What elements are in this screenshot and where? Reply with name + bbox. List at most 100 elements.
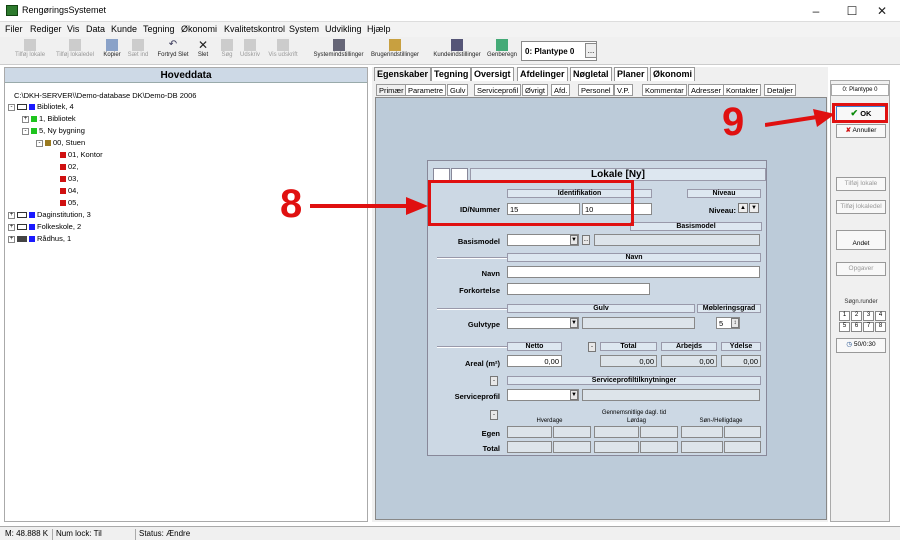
delete-button[interactable]: ✕ Slet <box>195 39 211 59</box>
collapse-icon[interactable]: - <box>8 103 15 111</box>
grid-cell[interactable]: 1 <box>839 311 850 321</box>
grid-cell[interactable]: 2 <box>851 311 862 321</box>
subtab-serviceprofil[interactable]: Serviceprofil <box>474 84 522 96</box>
subtab-primaer[interactable]: Primær <box>376 84 407 96</box>
menu-kvalitetskontrol[interactable]: Kvalitetskontrol <box>224 24 285 34</box>
recalculate-icon <box>496 39 508 51</box>
moeblering-spinner-icon[interactable]: ↕ <box>731 318 739 328</box>
gulvtype-select[interactable] <box>507 317 579 329</box>
menu-okonomi[interactable]: Økonomi <box>181 24 217 34</box>
expand-icon[interactable]: + <box>8 223 15 231</box>
subtab-personel[interactable]: Personel <box>578 84 614 96</box>
subtab-kommentar[interactable]: Kommentar <box>642 84 687 96</box>
tree-item-daginstitution[interactable]: + Daginstitution, 3 <box>8 210 91 219</box>
print-preview-button[interactable]: Vis udskrift <box>265 39 301 59</box>
tree-item-folkeskole[interactable]: + Folkeskole, 2 <box>8 222 81 231</box>
paste-button[interactable]: Sæt ind <box>125 39 151 59</box>
serviceprofil-select[interactable] <box>507 389 579 401</box>
grid-cell[interactable]: 4 <box>875 311 886 321</box>
grid-cell[interactable]: 3 <box>863 311 874 321</box>
copy-button[interactable]: Kopier <box>101 39 123 59</box>
sidebar-add-room-button[interactable]: Tilføj lokale <box>836 177 886 191</box>
add-roompart-button[interactable]: Tilføj lokaledel <box>52 39 98 59</box>
tree-item-04[interactable]: 04, <box>60 186 78 195</box>
serviceprofil-label: Serviceprofil <box>454 392 500 401</box>
tree-item-03[interactable]: 03, <box>60 174 78 183</box>
search-button[interactable]: Søg <box>218 39 236 59</box>
expand-icon[interactable]: + <box>8 235 15 243</box>
grid-cell[interactable]: 6 <box>851 322 862 332</box>
system-settings-button[interactable]: Systemindstillinger <box>311 39 366 59</box>
grid-cell[interactable]: 5 <box>839 322 850 332</box>
tab-afdelinger[interactable]: Afdelinger <box>517 67 568 81</box>
tab-egenskaber[interactable]: Egenskaber <box>374 67 432 81</box>
tree-item-1-bibliotek[interactable]: +1, Bibliotek <box>22 114 76 123</box>
menu-filer[interactable]: Filer <box>5 24 23 34</box>
tree-item-ny-bygning[interactable]: - 5, Ny bygning <box>22 126 85 135</box>
subtab-adresser[interactable]: Adresser <box>688 84 725 96</box>
customer-settings-button[interactable]: Kundeindstillinger <box>431 39 483 59</box>
minimize-button[interactable]: – <box>798 0 834 22</box>
subtab-oevrigt[interactable]: Øvrigt <box>522 84 549 96</box>
tree-item-stuen[interactable]: - 00, Stuen <box>36 138 85 147</box>
tab-okonomi[interactable]: Økonomi <box>650 67 696 81</box>
subtab-gulv[interactable]: Gulv <box>447 84 469 96</box>
navn-input[interactable] <box>507 266 760 278</box>
grid-cell[interactable]: 8 <box>875 322 886 332</box>
tab-oversigt[interactable]: Oversigt <box>471 67 514 81</box>
close-button[interactable]: ✕ <box>864 0 900 22</box>
tree-item-raadhus[interactable]: + Rådhus, 1 <box>8 234 71 243</box>
collapse-icon[interactable]: - <box>22 127 29 135</box>
tab-planer[interactable]: Planer <box>614 67 648 81</box>
menu-udvikling[interactable]: Udvikling <box>325 24 362 34</box>
tree-item-bibliotek[interactable]: - Bibliotek, 4 <box>8 102 74 111</box>
grid-cell[interactable]: 7 <box>863 322 874 332</box>
counter-button[interactable]: ◷ 50/0:30 <box>836 338 886 353</box>
collapse-icon[interactable]: - <box>36 139 43 147</box>
expand-icon[interactable]: + <box>22 115 29 123</box>
basismodel-select[interactable] <box>507 234 579 246</box>
tree-item-kontor[interactable]: 01, Kontor <box>60 150 103 159</box>
tid-collapse-button[interactable]: - <box>490 410 498 420</box>
menu-tegning[interactable]: Tegning <box>143 24 175 34</box>
menu-data[interactable]: Data <box>86 24 105 34</box>
netto-input[interactable]: 0,00 <box>507 355 562 367</box>
expand-icon[interactable]: + <box>8 211 15 219</box>
niveau-up-icon[interactable]: ▲ <box>738 203 748 213</box>
chevron-down-icon[interactable]: ▼ <box>570 235 578 245</box>
menu-system[interactable]: System <box>289 24 319 34</box>
recalculate-button[interactable]: Genberegn <box>486 39 518 59</box>
cancel-button[interactable]: ✘ Annuller <box>836 124 886 138</box>
subtab-vp[interactable]: V.P. <box>614 84 633 96</box>
undo-delete-button[interactable]: ↶ Fortryd Slet <box>154 39 192 59</box>
basismodel-more-button[interactable]: ... <box>582 235 590 245</box>
other-button[interactable]: Andet <box>836 230 886 250</box>
plantype-more-button[interactable]: ... <box>585 43 597 58</box>
tab-tegning[interactable]: Tegning <box>431 67 472 81</box>
tree-item-02[interactable]: 02, <box>60 162 78 171</box>
menu-vis[interactable]: Vis <box>67 24 79 34</box>
menu-kunde[interactable]: Kunde <box>111 24 137 34</box>
sidebar-add-roompart-button[interactable]: Tilføj lokaledel <box>836 200 886 214</box>
menu-rediger[interactable]: Rediger <box>30 24 62 34</box>
serviceprofil-collapse-button[interactable]: - <box>490 376 498 386</box>
chevron-down-icon[interactable]: ▼ <box>570 390 578 400</box>
basismodel-display <box>594 234 760 246</box>
menu-hjaelp[interactable]: Hjælp <box>367 24 391 34</box>
subtab-kontakter[interactable]: Kontakter <box>723 84 762 96</box>
add-room-button[interactable]: Tilføj lokale <box>10 39 50 59</box>
subtab-parametre[interactable]: Parametre <box>405 84 447 96</box>
niveau-down-icon[interactable]: ▼ <box>749 203 759 213</box>
areal-collapse-button[interactable]: - <box>588 342 596 352</box>
print-button[interactable]: Udskriv <box>238 39 262 59</box>
forkortelse-input[interactable] <box>507 283 650 295</box>
tab-noegletal[interactable]: Nøgletal <box>570 67 612 81</box>
chevron-down-icon[interactable]: ▼ <box>570 318 578 328</box>
tree-item-05[interactable]: 05, <box>60 198 78 207</box>
subtab-detaljer[interactable]: Detaljer <box>764 84 796 96</box>
subtab-afd[interactable]: Afd. <box>551 84 571 96</box>
numlock-status: Num lock: Til <box>52 529 102 540</box>
tree-item-database[interactable]: C:\DKH-SERVER\\Demo-database DK\Demo-DB … <box>14 91 196 100</box>
tasks-button[interactable]: Opgaver <box>836 262 886 276</box>
user-settings-button[interactable]: Brugerindstillinger <box>369 39 421 59</box>
